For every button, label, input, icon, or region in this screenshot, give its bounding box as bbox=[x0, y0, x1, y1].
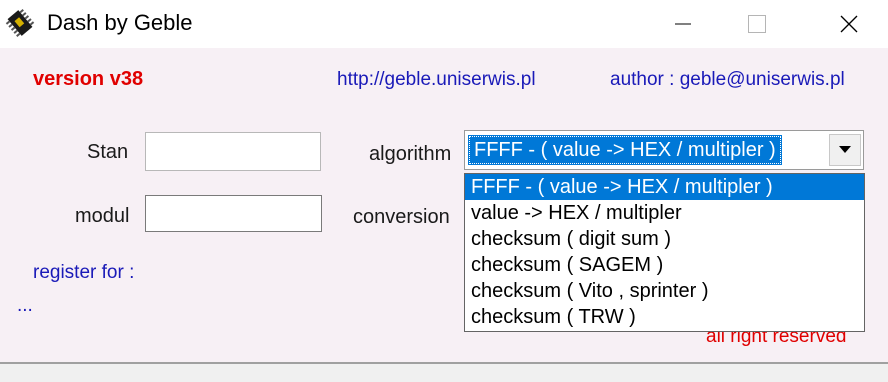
modul-input[interactable] bbox=[145, 195, 322, 232]
dropdown-button[interactable] bbox=[829, 134, 861, 166]
algorithm-label: algorithm bbox=[369, 143, 452, 165]
chip-icon bbox=[5, 8, 35, 38]
maximize-icon bbox=[748, 15, 766, 33]
dropdown-option[interactable]: FFFF - ( value -> HEX / multipler ) bbox=[465, 174, 864, 200]
close-icon bbox=[840, 15, 858, 33]
stan-input[interactable] bbox=[145, 132, 321, 171]
modul-label: modul bbox=[75, 205, 130, 227]
version-label: version v38 bbox=[33, 68, 144, 90]
register-label: register for : bbox=[33, 262, 135, 283]
algorithm-dropdown-list[interactable]: FFFF - ( value -> HEX / multipler ) valu… bbox=[464, 173, 865, 332]
title-bar[interactable]: Dash by Geble bbox=[0, 0, 888, 48]
website-link[interactable]: http://geble.uniserwis.pl bbox=[337, 69, 536, 91]
maximize-button[interactable] bbox=[734, 0, 780, 48]
minimize-icon bbox=[675, 23, 691, 25]
chevron-down-icon bbox=[839, 146, 851, 153]
status-bar bbox=[0, 362, 888, 382]
dropdown-option[interactable]: value -> HEX / multipler bbox=[465, 200, 864, 226]
conversion-label: conversion bbox=[353, 206, 450, 228]
close-button[interactable] bbox=[826, 0, 872, 48]
register-value: ... bbox=[17, 295, 33, 316]
dropdown-option[interactable]: checksum ( TRW ) bbox=[465, 304, 864, 330]
dropdown-option[interactable]: checksum ( Vito , sprinter ) bbox=[465, 278, 864, 304]
window-title: Dash by Geble bbox=[47, 10, 193, 35]
dropdown-option[interactable]: checksum ( SAGEM ) bbox=[465, 252, 864, 278]
algorithm-selected-value: FFFF - ( value -> HEX / multipler ) bbox=[468, 135, 782, 165]
stan-label: Stan bbox=[87, 141, 129, 163]
minimize-button[interactable] bbox=[660, 0, 706, 48]
dropdown-option[interactable]: checksum ( digit sum ) bbox=[465, 226, 864, 252]
author-link[interactable]: author : geble@uniserwis.pl bbox=[610, 69, 845, 91]
algorithm-select[interactable]: FFFF - ( value -> HEX / multipler ) bbox=[464, 130, 864, 170]
